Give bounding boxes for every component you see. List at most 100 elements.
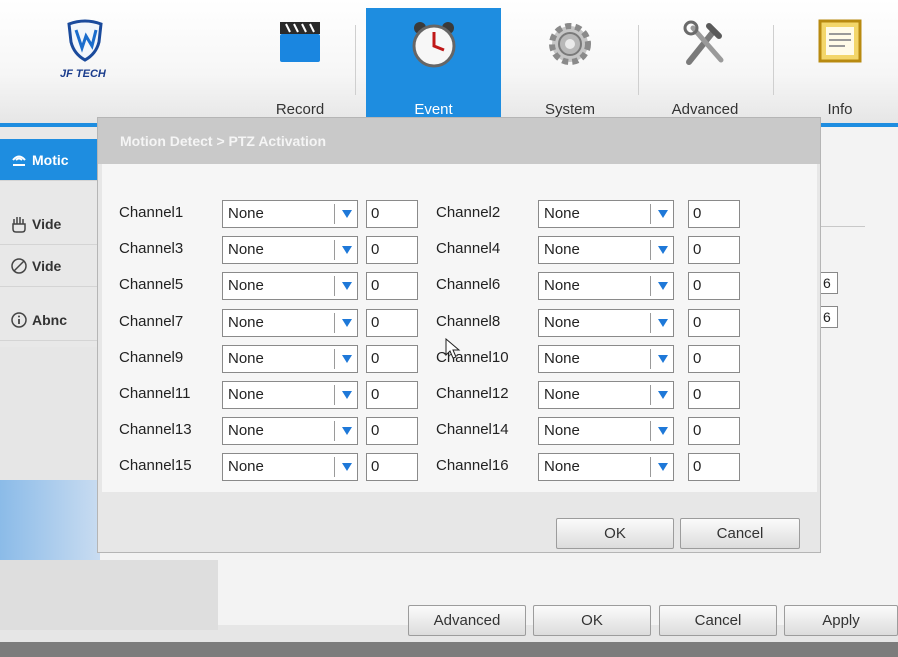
chevron-down-icon[interactable] [342, 210, 352, 218]
dropdown-separator [334, 457, 335, 478]
dropdown-separator [650, 348, 651, 369]
ptz-activation-dialog: Motion Detect > PTZ Activation Channel1 N… [97, 117, 821, 553]
dropdown-value: None [228, 241, 264, 259]
dropdown-value: None [544, 205, 580, 222]
chevron-down-icon[interactable] [658, 391, 668, 399]
ptz-mode-dropdown[interactable]: None [538, 453, 674, 482]
gear-icon [549, 23, 591, 65]
bg-value-field[interactable]: 6 [820, 306, 838, 328]
chevron-down-icon[interactable] [342, 246, 352, 255]
preset-number-input[interactable]: 0 [366, 272, 418, 301]
nav-record-label: Record [275, 101, 325, 118]
dropdown-separator [334, 204, 335, 224]
nav-advanced-label: Advanced [671, 101, 739, 118]
ptz-mode-dropdown[interactable]: None [222, 308, 358, 337]
ptz-mode-dropdown[interactable]: None [222, 200, 358, 228]
status-bar [0, 642, 898, 657]
dropdown-separator [650, 421, 651, 442]
ptz-mode-dropdown[interactable]: None [538, 236, 674, 265]
ptz-mode-dropdown[interactable]: None [538, 344, 674, 373]
preset-number-input[interactable]: 0 [366, 381, 418, 409]
sidebar-item-label: Abnc [32, 311, 67, 328]
ptz-mode-dropdown[interactable]: None [222, 344, 358, 373]
preset-number-input[interactable]: 0 [688, 236, 740, 265]
ptz-mode-dropdown[interactable]: None [222, 272, 358, 301]
ptz-mode-dropdown[interactable]: None [222, 417, 358, 446]
dropdown-separator [334, 312, 335, 333]
nav-info[interactable]: Info [800, 8, 880, 123]
dialog-ok-button[interactable]: OK [556, 518, 674, 549]
ptz-mode-dropdown[interactable]: None [538, 308, 674, 337]
preset-number-input[interactable]: 0 [366, 417, 418, 446]
ptz-mode-dropdown[interactable]: None [222, 453, 358, 482]
dropdown-value: None [228, 313, 264, 331]
preset-number-input[interactable]: 0 [688, 453, 740, 482]
channel-label: Channel4 [436, 240, 501, 258]
ptz-mode-dropdown[interactable]: None [222, 236, 358, 265]
preset-number-input[interactable]: 0 [688, 272, 740, 301]
apply-button[interactable]: Apply [784, 605, 898, 636]
channel-label: Channel6 [436, 276, 501, 294]
channel-label: Channel5 [119, 276, 184, 294]
chevron-down-icon[interactable] [658, 246, 668, 255]
chevron-down-icon[interactable] [342, 391, 352, 399]
nav-event[interactable]: Event [366, 8, 501, 123]
chevron-down-icon[interactable] [658, 318, 668, 327]
channel-label: Channel1 [119, 204, 184, 221]
shield-logo-icon [67, 19, 103, 62]
preset-number-input[interactable]: 0 [366, 308, 418, 337]
dropdown-value: None [228, 349, 264, 367]
chevron-down-icon[interactable] [658, 463, 668, 472]
chevron-down-icon[interactable] [658, 282, 668, 291]
dropdown-separator [650, 385, 651, 405]
chevron-down-icon[interactable] [658, 427, 668, 436]
chevron-down-icon[interactable] [342, 354, 352, 363]
nav-system-label: System [544, 101, 595, 118]
preset-number-input[interactable]: 0 [366, 236, 418, 265]
dialog-cancel-button[interactable]: Cancel [680, 518, 800, 549]
ok-button[interactable]: OK [533, 605, 651, 636]
sidebar-item-label: Vide [32, 215, 62, 232]
preset-number-input[interactable]: 0 [688, 308, 740, 337]
channel-label: Channel14 [436, 421, 509, 439]
sidebar-item-label: Motic [32, 151, 69, 168]
sidebar-item-motion[interactable]: Motic [0, 139, 100, 181]
dropdown-separator [334, 276, 335, 297]
chevron-down-icon[interactable] [342, 427, 352, 436]
dropdown-value: None [544, 422, 580, 440]
sidebar-item-abnormality[interactable]: Abnc [0, 299, 100, 341]
channel-label: Channel13 [119, 421, 192, 439]
preset-number-input[interactable]: 0 [366, 200, 418, 228]
ptz-mode-dropdown[interactable]: None [538, 272, 674, 301]
preset-number-input[interactable]: 0 [366, 453, 418, 482]
nav-record[interactable]: Record [250, 8, 350, 123]
dropdown-value: None [228, 458, 264, 476]
preset-number-input[interactable]: 0 [688, 200, 740, 228]
nav-advanced[interactable]: Advanced [650, 8, 760, 123]
sidebar-item-video-blind[interactable]: Vide [0, 203, 100, 245]
preset-number-input[interactable]: 0 [366, 344, 418, 373]
ptz-mode-dropdown[interactable]: None [538, 200, 674, 228]
sidebar: Motic Vide Vide Abnc [0, 127, 100, 347]
dropdown-value: None [544, 313, 580, 331]
bg-value-field[interactable]: 6 [820, 272, 838, 294]
chevron-down-icon[interactable] [658, 354, 668, 363]
channel-label: Channel16 [436, 457, 509, 475]
ptz-mode-dropdown[interactable]: None [538, 417, 674, 446]
advanced-button[interactable]: Advanced [408, 605, 526, 636]
chevron-down-icon[interactable] [342, 463, 352, 472]
ptz-mode-dropdown[interactable]: None [222, 381, 358, 409]
chevron-down-icon[interactable] [342, 318, 352, 327]
nav-system[interactable]: System [520, 8, 620, 123]
preset-number-input[interactable]: 0 [688, 344, 740, 373]
preset-number-input[interactable]: 0 [688, 381, 740, 409]
preset-number-input[interactable]: 0 [688, 417, 740, 446]
channel-label: Channel15 [119, 457, 192, 475]
motion-icon [12, 155, 26, 166]
hand-icon [12, 216, 26, 233]
chevron-down-icon[interactable] [342, 282, 352, 291]
cancel-button[interactable]: Cancel [659, 605, 777, 636]
chevron-down-icon[interactable] [658, 210, 668, 218]
sidebar-item-video-loss[interactable]: Vide [0, 245, 100, 287]
ptz-mode-dropdown[interactable]: None [538, 381, 674, 409]
